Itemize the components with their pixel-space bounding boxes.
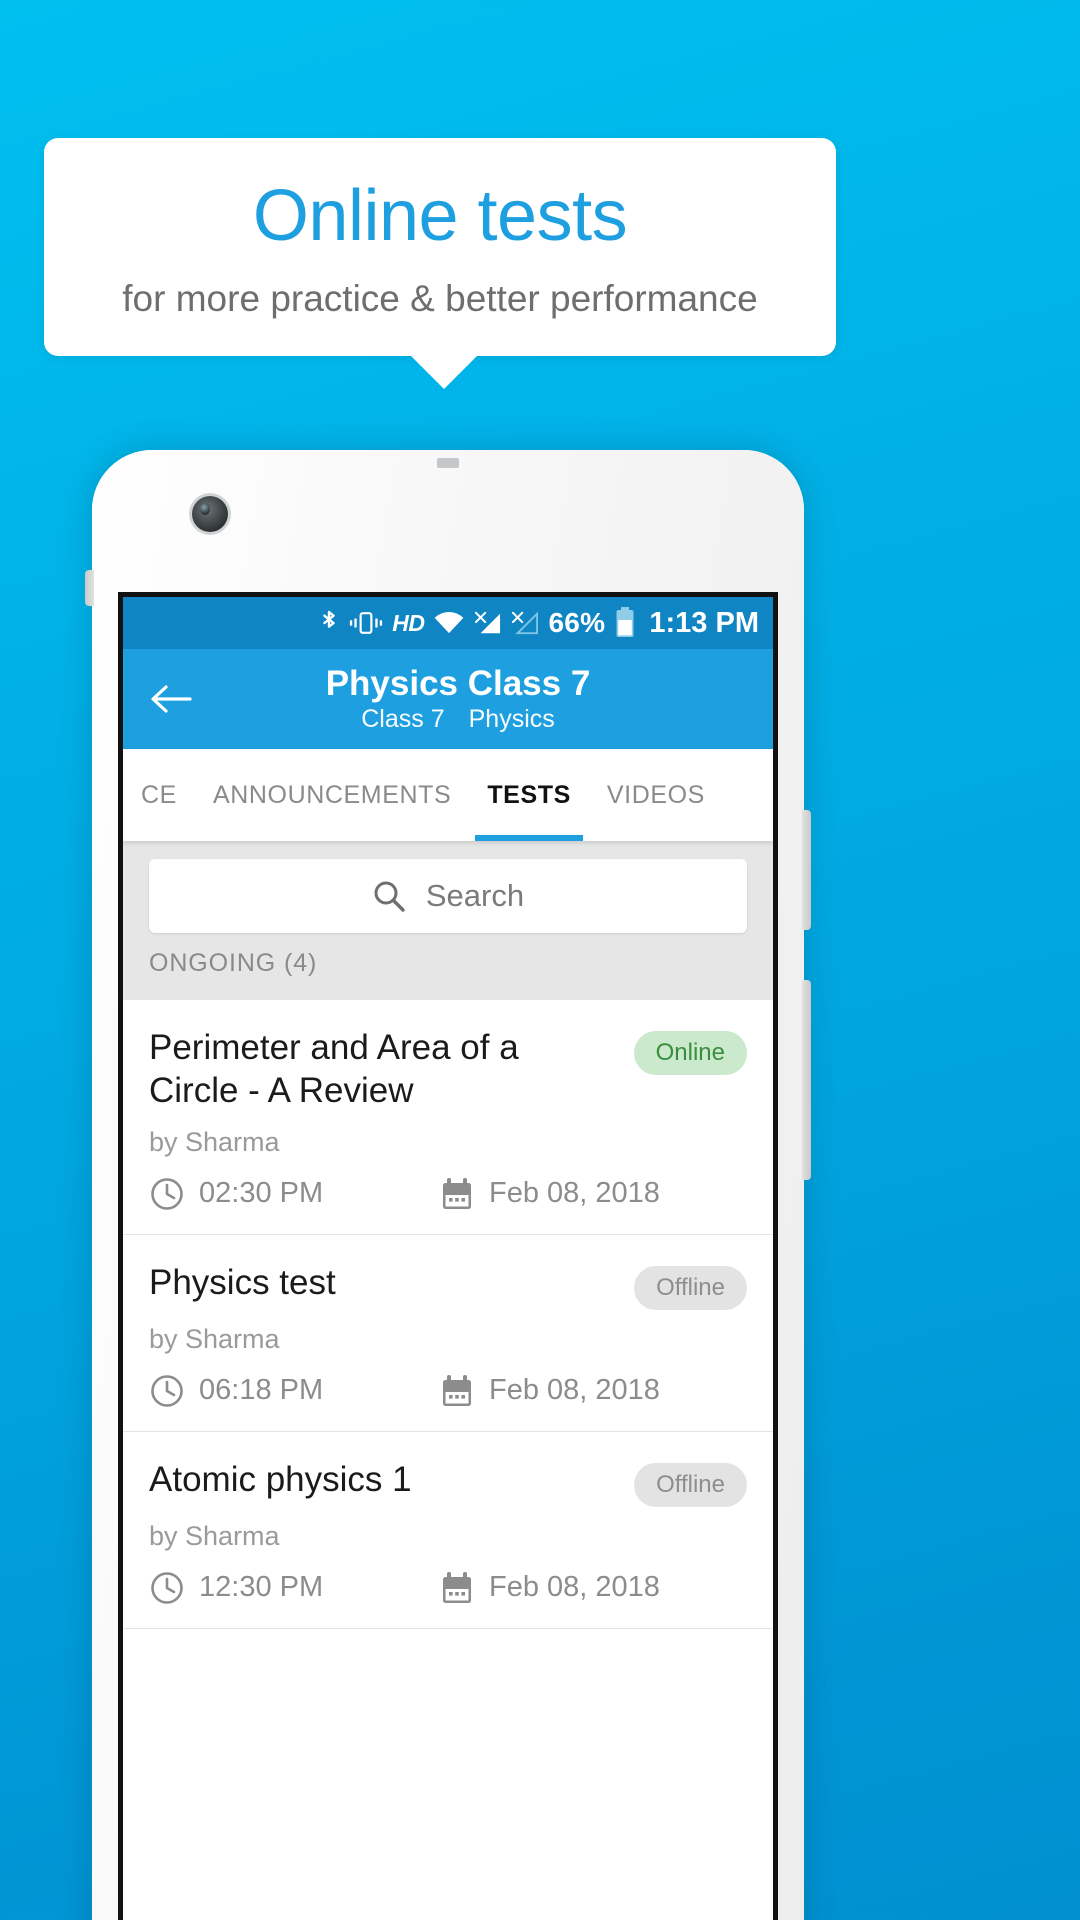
app-bar-titles: Physics Class 7 Class 7 Physics xyxy=(123,664,773,734)
wifi-icon xyxy=(433,611,465,635)
test-meta: 06:18 PM Feb 08, 2018 xyxy=(149,1373,747,1409)
tab-bar: CE ANNOUNCEMENTS TESTS VIDEOS xyxy=(123,749,773,841)
tests-list: Perimeter and Area of a Circle - A Revie… xyxy=(123,1000,773,1629)
breadcrumb: Class 7 Physics xyxy=(163,705,753,734)
test-title: Perimeter and Area of a Circle - A Revie… xyxy=(149,1028,519,1111)
test-card-header: Perimeter and Area of a Circle - A Revie… xyxy=(149,1026,747,1113)
phone-mockup: HD 66% 1:13 PM Physics Class 7 Class 7 P… xyxy=(85,450,811,1920)
list-item[interactable]: Atomic physics 1 Offline by Sharma 12:30… xyxy=(123,1432,773,1629)
phone-screen: HD 66% 1:13 PM Physics Class 7 Class 7 P… xyxy=(118,592,778,1920)
calendar-icon xyxy=(439,1373,475,1409)
test-card-header: Physics test Offline xyxy=(149,1261,747,1310)
search-icon xyxy=(372,879,406,913)
front-camera xyxy=(192,496,228,532)
test-author: by Sharma xyxy=(149,1323,280,1354)
signal-off-icon-1 xyxy=(474,610,502,636)
promo-subtitle: for more practice & better performance xyxy=(122,278,758,319)
clock-icon xyxy=(149,1176,185,1212)
list-item[interactable]: Physics test Offline by Sharma 06:18 PM xyxy=(123,1235,773,1432)
tab-ce[interactable]: CE xyxy=(123,749,195,841)
test-time: 06:18 PM xyxy=(149,1373,439,1409)
breadcrumb-class: Class 7 xyxy=(361,705,445,734)
search-section: Search xyxy=(123,841,773,949)
test-date-label: Feb 08, 2018 xyxy=(489,1571,660,1604)
test-title: Physics test xyxy=(149,1262,336,1302)
hd-icon: HD xyxy=(392,609,425,636)
page-title: Physics Class 7 xyxy=(325,663,591,703)
calendar-icon xyxy=(439,1176,475,1212)
phone-volume-button xyxy=(802,810,811,930)
phone-top-antenna xyxy=(437,458,459,468)
clock-icon xyxy=(149,1570,185,1606)
app-bar: Physics Class 7 Class 7 Physics xyxy=(123,649,773,749)
test-time-label: 02:30 PM xyxy=(199,1177,324,1210)
battery-percent-label: 66% xyxy=(548,607,606,638)
test-date: Feb 08, 2018 xyxy=(439,1570,660,1606)
camera-lens xyxy=(200,503,210,515)
phone-power-button xyxy=(802,980,811,1180)
test-author: by Sharma xyxy=(149,1126,280,1157)
tab-tests[interactable]: TESTS xyxy=(469,749,589,841)
section-header-ongoing: ONGOING (4) xyxy=(123,949,773,1000)
test-date-label: Feb 08, 2018 xyxy=(489,1177,660,1210)
tab-videos[interactable]: VIDEOS xyxy=(589,749,723,841)
test-card-header: Atomic physics 1 Offline xyxy=(149,1458,747,1507)
test-time: 12:30 PM xyxy=(149,1570,439,1606)
test-meta: 12:30 PM Feb 08, 2018 xyxy=(149,1570,747,1606)
status-badge: Offline xyxy=(634,1462,747,1507)
vibrate-icon xyxy=(349,609,383,637)
phone-left-side-button xyxy=(85,570,94,606)
battery-icon xyxy=(614,607,636,639)
promo-callout-tail xyxy=(410,355,478,389)
bluetooth-icon xyxy=(318,608,340,638)
clock-label: 1:13 PM xyxy=(649,606,759,639)
test-time-label: 12:30 PM xyxy=(199,1571,324,1604)
test-meta: 02:30 PM Feb 08, 2018 xyxy=(149,1176,747,1212)
test-date: Feb 08, 2018 xyxy=(439,1373,660,1409)
calendar-icon xyxy=(439,1570,475,1606)
test-date: Feb 08, 2018 xyxy=(439,1176,660,1212)
promo-callout: Online tests for more practice & better … xyxy=(44,138,836,356)
search-input[interactable]: Search xyxy=(149,859,747,933)
status-badge: Online xyxy=(633,1031,747,1075)
promo-title: Online tests xyxy=(252,176,628,256)
test-author: by Sharma xyxy=(149,1520,280,1551)
search-placeholder-label: Search xyxy=(425,878,525,913)
test-time-label: 06:18 PM xyxy=(199,1374,324,1407)
status-badge: Offline xyxy=(634,1265,747,1310)
tab-announcements[interactable]: ANNOUNCEMENTS xyxy=(195,749,469,841)
signal-off-icon-2 xyxy=(511,610,539,636)
list-item[interactable]: Perimeter and Area of a Circle - A Revie… xyxy=(123,1000,773,1235)
breadcrumb-subject: Physics xyxy=(468,705,555,734)
status-bar: HD 66% 1:13 PM xyxy=(123,597,773,649)
clock-icon xyxy=(149,1373,185,1409)
test-date-label: Feb 08, 2018 xyxy=(489,1374,660,1407)
test-time: 02:30 PM xyxy=(149,1176,439,1212)
test-title: Atomic physics 1 xyxy=(149,1459,412,1499)
